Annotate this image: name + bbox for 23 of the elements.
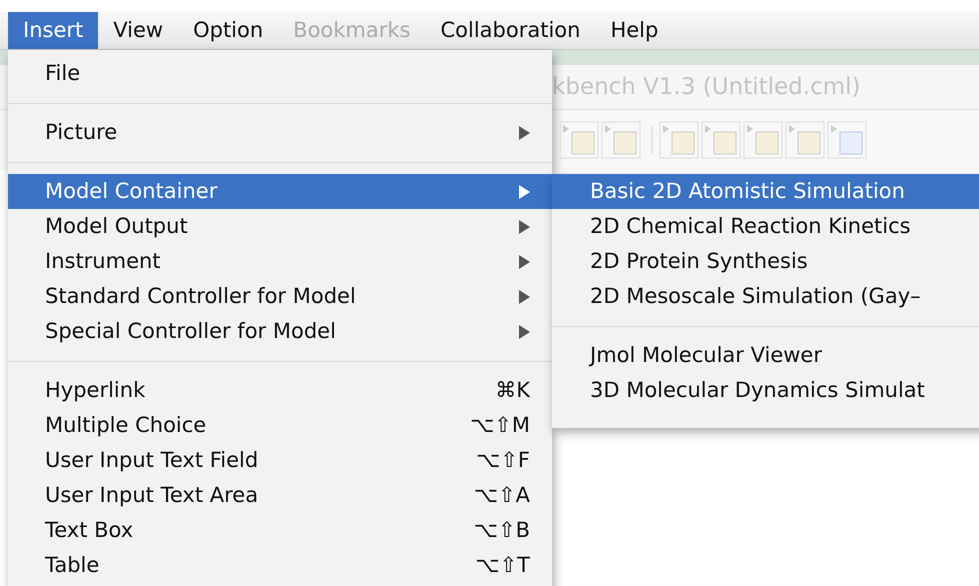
menu-item[interactable]: Model Container bbox=[8, 174, 552, 209]
menu-item[interactable]: Table ⌥⇧T bbox=[8, 548, 552, 583]
submenu-item[interactable]: 2D Mesoscale Simulation (Gay– bbox=[552, 279, 979, 314]
menu-bar-item[interactable]: Collaboration bbox=[426, 12, 596, 49]
menu-item[interactable]: User Input Text Field ⌥⇧F bbox=[8, 443, 552, 478]
menu-item[interactable]: Text Box ⌥⇧B bbox=[8, 513, 552, 548]
menu-bar-item[interactable]: Option bbox=[178, 12, 278, 49]
menu-item[interactable]: Standard Controller for Model bbox=[8, 279, 552, 314]
submenu-item[interactable]: 3D Molecular Dynamics Simulat bbox=[552, 373, 979, 408]
menu-bar-item[interactable]: Help bbox=[595, 12, 674, 49]
menu-item[interactable]: Special Controller for Model bbox=[8, 314, 552, 349]
menu-item[interactable]: Multiple Choice ⌥⇧M bbox=[8, 408, 552, 443]
submenu-item[interactable]: Basic 2D Atomistic Simulation bbox=[552, 174, 979, 209]
submenu-item[interactable]: Jmol Molecular Viewer bbox=[552, 338, 979, 373]
menu-item[interactable]: Hyperlink ⌘K bbox=[8, 373, 552, 408]
submenu-item[interactable]: 2D Chemical Reaction Kinetics bbox=[552, 209, 979, 244]
menu-item[interactable]: File bbox=[8, 56, 552, 91]
menu-bar-item[interactable]: Insert bbox=[8, 12, 98, 49]
menu-bar-item[interactable]: View bbox=[98, 12, 178, 49]
menu-item[interactable]: User Input Text Area ⌥⇧A bbox=[8, 478, 552, 513]
menu-item[interactable]: Model Output bbox=[8, 209, 552, 244]
menu-item[interactable]: Instrument bbox=[8, 244, 552, 279]
submenu-item[interactable]: 2D Protein Synthesis bbox=[552, 244, 979, 279]
